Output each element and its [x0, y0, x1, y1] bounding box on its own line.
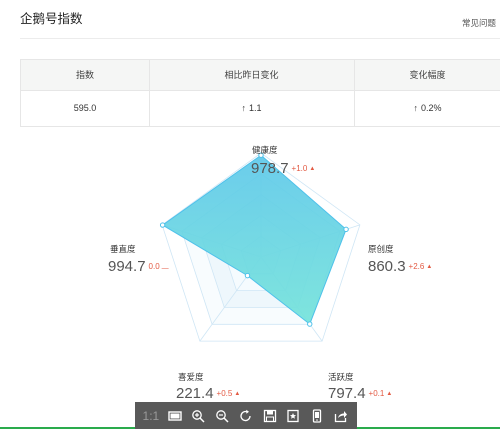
- radar-value-activity: 797.4 +0.1 ▲: [328, 385, 392, 402]
- radar-label-health: 健康度: [252, 145, 278, 155]
- radar-value-original: 860.3 +2.6 ▲: [368, 258, 432, 275]
- stats-col-change: 相比昨日变化 ↑ 1.1: [149, 60, 355, 126]
- bookmark-icon: [287, 409, 300, 422]
- stats-rate-cell: ↑ 0.2%: [354, 90, 500, 126]
- radar-value-favor: 221.4 +0.5 ▲: [176, 385, 240, 402]
- trend-up-icon: ▲: [234, 391, 241, 397]
- page-title: 企鹅号指数: [20, 12, 83, 26]
- save-icon: [263, 409, 276, 422]
- stats-change-cell: ↑ 1.1: [149, 90, 354, 126]
- radar-value-vertical-number: 994.7: [108, 258, 146, 275]
- radar-value-vertical: 994.7 0.0—: [108, 258, 169, 275]
- share-icon: [334, 410, 347, 422]
- radar-point-2: [307, 321, 313, 327]
- rotate-button[interactable]: [237, 407, 255, 425]
- image-viewer-toolbar: 1:1: [135, 402, 357, 429]
- arrow-up-icon: ↑: [241, 103, 246, 113]
- stats-change-value: 1.1: [248, 103, 262, 113]
- zoom-in-icon: [192, 409, 205, 423]
- trend-up-icon: ▲: [309, 166, 316, 172]
- radar-delta-favor: +0.5: [216, 389, 233, 398]
- radar-label-activity: 活跃度: [328, 372, 354, 382]
- stats-header-change: 相比昨日变化: [224, 70, 279, 80]
- phone-icon: [313, 408, 322, 423]
- stats-header-index: 指数: [75, 70, 94, 80]
- radar-point-4: [159, 222, 166, 228]
- stats-rate-value: 0.2%: [420, 103, 442, 113]
- stats-header-rate: 变化幅度: [409, 70, 446, 80]
- trend-flat-icon: —: [161, 265, 169, 272]
- radar-value-health-number: 978.7: [251, 160, 289, 177]
- radar-delta-health: +1.0: [291, 164, 308, 173]
- screen-icon: [167, 410, 182, 421]
- zoom-in-button[interactable]: [189, 407, 207, 425]
- radar-value-favor-number: 221.4: [176, 385, 214, 402]
- radar-value-original-number: 860.3: [368, 258, 406, 275]
- rotate-icon: [240, 409, 251, 421]
- radar-chart: 健康度 978.7 +1.0 ▲ 原创度 860.3 +2.6 ▲ 活跃度 797.4 +…: [0, 130, 500, 410]
- trend-up-icon: ▲: [426, 264, 433, 270]
- radar-value-activity-number: 797.4: [328, 385, 366, 402]
- radar-delta-original: +2.6: [408, 262, 425, 271]
- radar-point-1: [343, 226, 349, 233]
- stats-col-rate: 变化幅度 ↑ 0.2%: [354, 60, 500, 126]
- radar-label-favor: 喜爱度: [178, 372, 204, 382]
- radar-label-vertical: 垂直度: [110, 244, 136, 254]
- save-button[interactable]: [261, 407, 279, 425]
- faq-link[interactable]: 常见问题: [462, 17, 496, 29]
- actual-size-label: 1:1: [142, 408, 160, 423]
- stats-table: 指数 595.0 相比昨日变化 ↑ 1.1 变化幅度 ↑ 0.2%: [20, 59, 500, 127]
- arrow-up-icon: ↑: [413, 103, 418, 113]
- zoom-out-icon: [216, 409, 229, 423]
- radar-value-health: 978.7 +1.0 ▲: [251, 160, 315, 177]
- fit-screen-button[interactable]: [166, 407, 184, 425]
- bookmark-button[interactable]: [284, 407, 302, 425]
- actual-size-button[interactable]: 1:1: [142, 407, 160, 425]
- phone-button[interactable]: [308, 407, 326, 425]
- trend-up-icon: ▲: [386, 391, 393, 397]
- stats-index-value: 595.0: [73, 103, 97, 113]
- zoom-out-button[interactable]: [213, 407, 231, 425]
- radar-label-original: 原创度: [368, 244, 394, 254]
- radar-delta-vertical: 0.0: [148, 262, 160, 271]
- share-button[interactable]: [332, 407, 350, 425]
- stats-col-index: 指数 595.0: [21, 60, 150, 126]
- radar-delta-activity: +0.1: [368, 389, 385, 398]
- header-divider: [20, 38, 500, 39]
- radar-point-3: [244, 272, 251, 279]
